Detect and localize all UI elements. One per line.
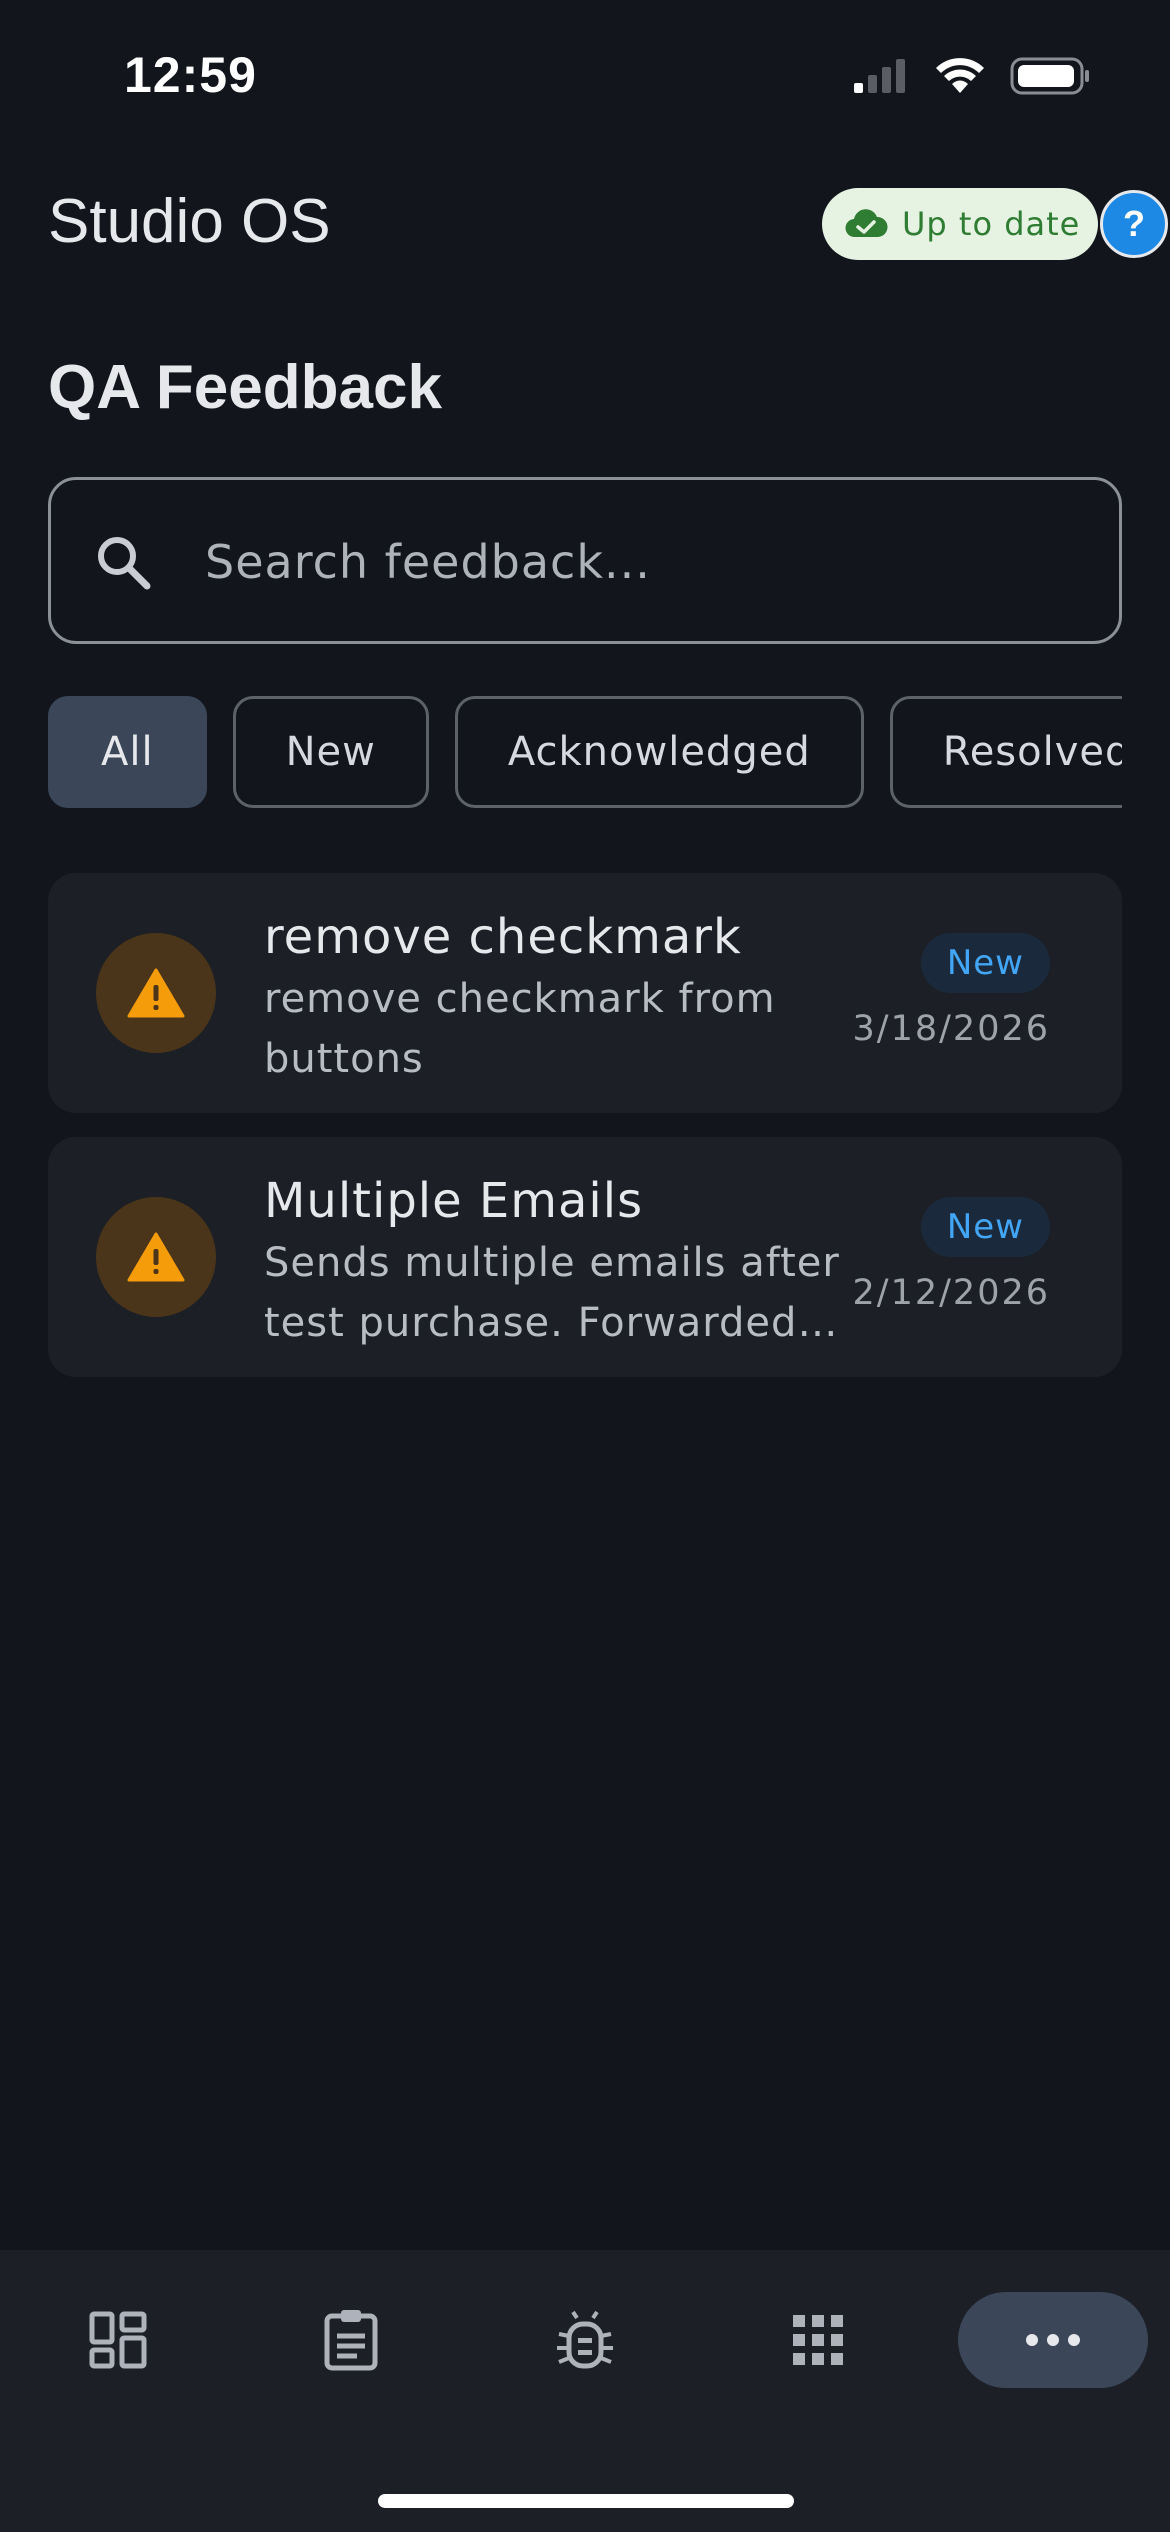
search-input[interactable]: [205, 520, 1085, 604]
feedback-card[interactable]: Multiple Emails Sends multiple emails af…: [48, 1137, 1122, 1377]
cloud-check-icon: [845, 209, 888, 238]
filter-chip-label: Acknowledged: [507, 729, 811, 775]
status-badge: New: [920, 933, 1050, 993]
nav-apps[interactable]: [758, 2292, 878, 2388]
help-button[interactable]: ?: [1100, 190, 1168, 258]
bottom-nav: [0, 2250, 1170, 2532]
wifi-icon: [936, 58, 984, 93]
feedback-description: Sends multiple emails after test purchas…: [264, 1240, 840, 1346]
feedback-icon-badge: [96, 933, 216, 1053]
nav-bug[interactable]: [525, 2292, 645, 2388]
filter-chip-new[interactable]: New: [232, 696, 429, 808]
apps-grid-icon: [793, 2315, 843, 2365]
filter-chip-all[interactable]: All: [48, 696, 207, 808]
search-box[interactable]: [48, 477, 1122, 644]
status-badge: New: [920, 1197, 1050, 1257]
feedback-card[interactable]: remove checkmark remove checkmark from b…: [48, 873, 1122, 1113]
sync-status-label: Up to date: [902, 205, 1081, 243]
filter-chips: All New Acknowledged Resolved: [48, 696, 1122, 810]
more-horizontal-icon: [1026, 2334, 1080, 2346]
battery-icon: [1010, 57, 1089, 95]
status-time: 12:59: [124, 47, 257, 103]
page-title: QA Feedback: [48, 353, 442, 422]
feedback-description: remove checkmark from buttons: [264, 976, 776, 1082]
nav-dashboard[interactable]: [58, 2292, 178, 2388]
search-icon: [98, 537, 151, 590]
bug-icon: [557, 2310, 613, 2369]
filter-chip-resolved[interactable]: Resolved: [889, 696, 1122, 808]
filter-chip-label: New: [285, 729, 376, 775]
clipboard-icon: [324, 2310, 378, 2371]
feedback-date: 2/12/2026: [852, 1273, 1050, 1313]
status-icons: [852, 56, 1092, 96]
filter-chip-label: Resolved: [942, 729, 1122, 775]
feedback-title: remove checkmark: [264, 909, 742, 965]
warning-icon: [127, 1232, 185, 1282]
dashboard-icon: [89, 2311, 147, 2369]
filter-chip-acknowledged[interactable]: Acknowledged: [454, 696, 864, 808]
app-title: Studio OS: [48, 187, 331, 256]
feedback-date: 3/18/2026: [852, 1009, 1050, 1049]
warning-icon: [127, 968, 185, 1018]
nav-more[interactable]: [958, 2292, 1148, 2388]
feedback-title: Multiple Emails: [264, 1173, 644, 1229]
feedback-icon-badge: [96, 1197, 216, 1317]
cellular-signal-icon: [854, 59, 905, 93]
nav-clipboard[interactable]: [291, 2292, 411, 2388]
filter-chip-label: All: [101, 729, 154, 775]
home-indicator: [378, 2494, 794, 2508]
status-bar: 12:59: [0, 0, 1170, 150]
sync-status-badge[interactable]: Up to date: [822, 188, 1098, 260]
